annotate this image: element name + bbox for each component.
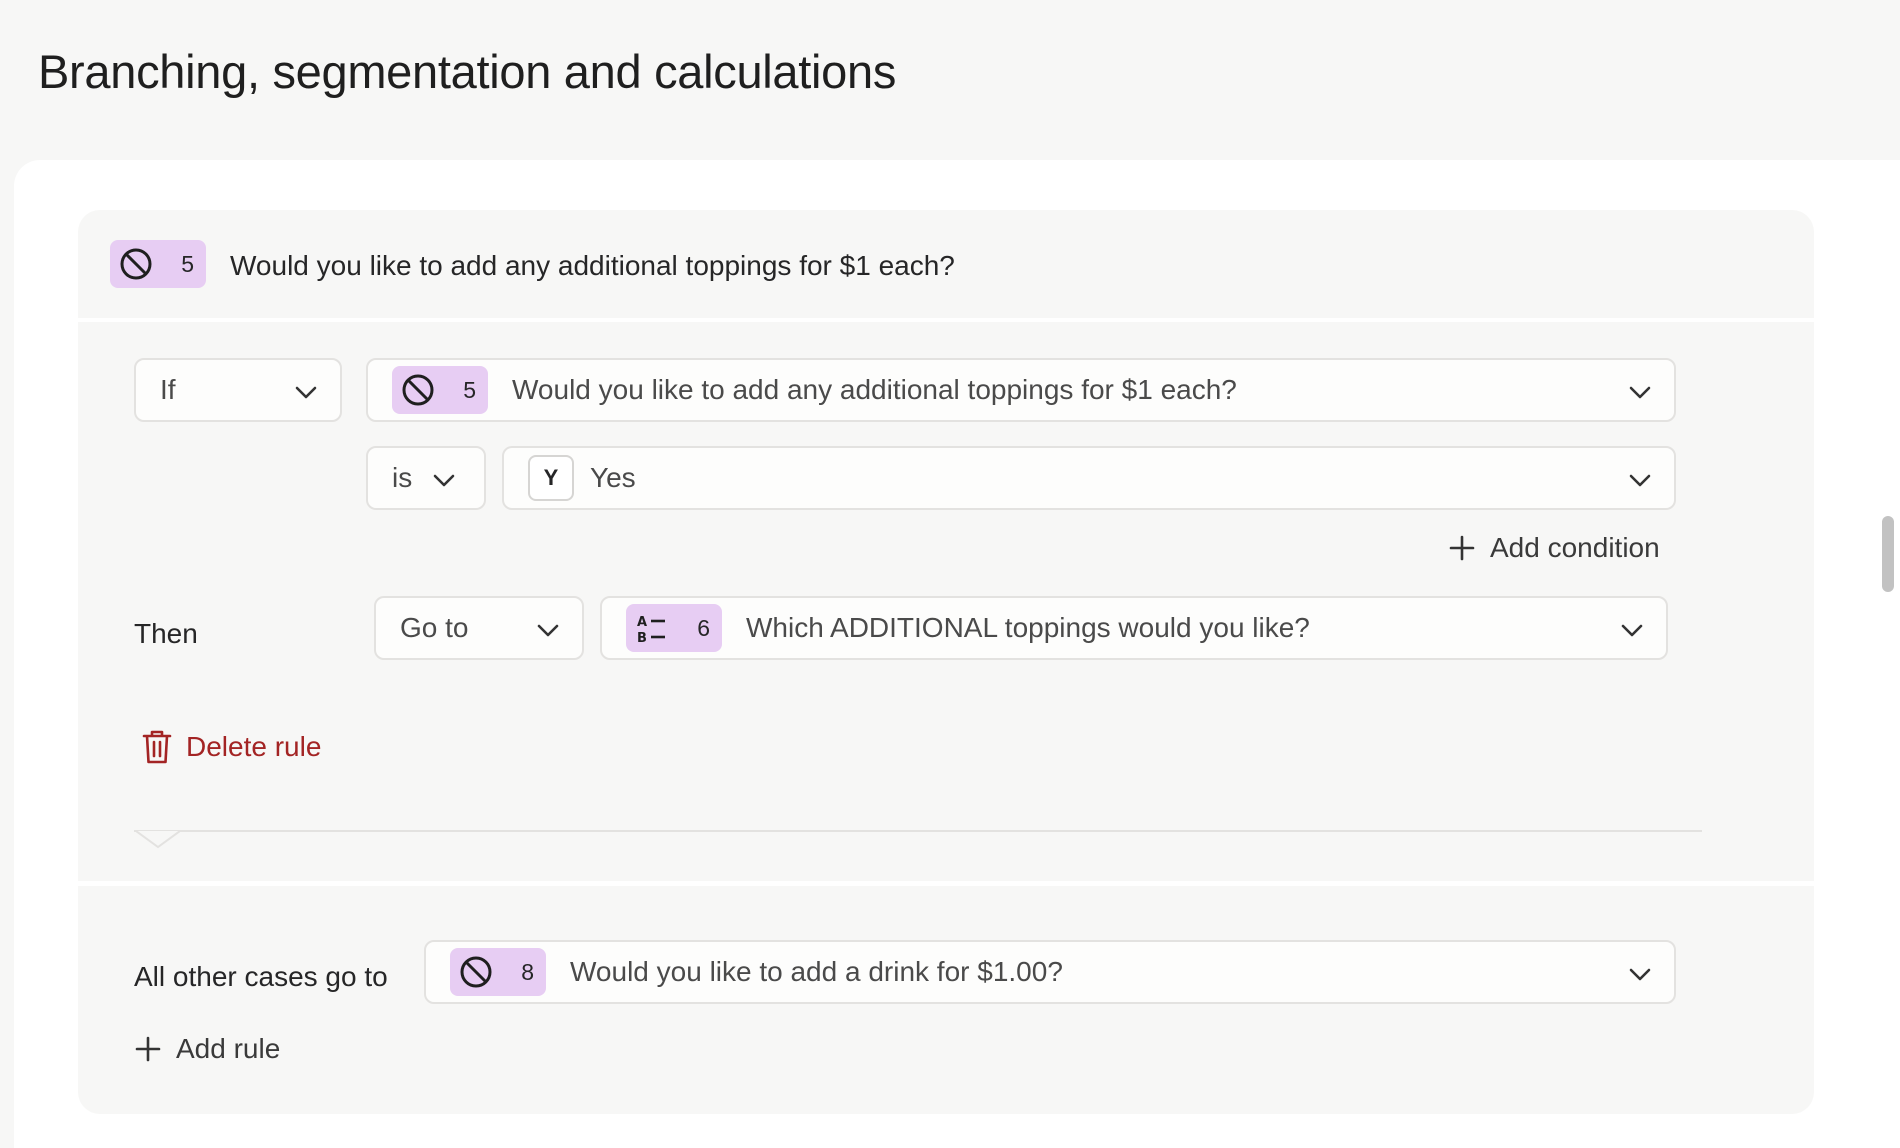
condition-question-badge: 5 bbox=[392, 366, 488, 414]
plus-icon bbox=[135, 1036, 161, 1062]
comparator-value: is bbox=[392, 462, 413, 493]
delete-rule-label: Delete rule bbox=[186, 731, 322, 762]
target-question-badge: A B 6 bbox=[626, 604, 722, 652]
chevron-down-icon bbox=[433, 474, 455, 487]
trash-icon bbox=[142, 730, 172, 764]
operator-value: If bbox=[160, 374, 176, 405]
chevron-down-icon bbox=[1629, 386, 1651, 399]
plus-icon bbox=[1449, 535, 1475, 561]
section-divider bbox=[134, 830, 1702, 832]
action-select[interactable]: Go to bbox=[374, 596, 584, 660]
chevron-down-icon bbox=[1621, 624, 1643, 637]
add-condition-button[interactable]: Add condition bbox=[1448, 532, 1660, 564]
svg-text:B: B bbox=[637, 631, 647, 645]
then-label: Then bbox=[134, 618, 198, 649]
question-badge: 5 bbox=[110, 240, 206, 288]
delete-rule-button[interactable]: Delete rule bbox=[142, 730, 321, 764]
svg-text:A: A bbox=[637, 615, 647, 630]
divider-notch bbox=[136, 831, 180, 849]
choice-key: Y bbox=[528, 455, 574, 501]
fallback-question-number: 8 bbox=[521, 958, 534, 985]
fallback-question-select[interactable]: 8 Would you like to add a drink for $1.0… bbox=[424, 940, 1676, 1004]
target-question-text: Which ADDITIONAL toppings would you like… bbox=[746, 612, 1310, 643]
target-question-number: 6 bbox=[697, 614, 710, 641]
fallback-block: All other cases go to 8 Would you like t… bbox=[78, 891, 1814, 1114]
no-entry-icon bbox=[118, 246, 154, 282]
question-title: Would you like to add any additional top… bbox=[230, 250, 955, 281]
comparator-select[interactable]: is bbox=[366, 446, 486, 510]
operator-select[interactable]: If bbox=[134, 358, 342, 422]
action-value: Go to bbox=[400, 612, 469, 643]
condition-question-text: Would you like to add any additional top… bbox=[512, 374, 1237, 405]
add-condition-label: Add condition bbox=[1490, 532, 1660, 563]
target-question-select[interactable]: A B 6 Which ADDITIONAL toppings would yo… bbox=[600, 596, 1668, 660]
scrollbar-thumb[interactable] bbox=[1882, 516, 1894, 592]
rule-block: If 5 Would you like to add any additiona… bbox=[78, 326, 1814, 886]
condition-question-select[interactable]: 5 Would you like to add any additional t… bbox=[366, 358, 1676, 422]
add-rule-button[interactable]: Add rule bbox=[134, 1033, 280, 1065]
question-number: 5 bbox=[181, 250, 194, 277]
no-entry-icon bbox=[458, 954, 494, 990]
multiple-choice-icon: A B bbox=[634, 610, 670, 646]
chevron-down-icon bbox=[1629, 968, 1651, 981]
chevron-down-icon bbox=[537, 624, 559, 637]
choice-label: Yes bbox=[590, 462, 636, 493]
fallback-question-badge: 8 bbox=[450, 948, 546, 996]
add-rule-label: Add rule bbox=[176, 1033, 281, 1064]
chevron-down-icon bbox=[295, 386, 317, 399]
condition-question-number: 5 bbox=[463, 376, 476, 403]
logic-card: 5 Would you like to add any additional t… bbox=[78, 210, 1814, 1114]
value-select[interactable]: Y Yes bbox=[502, 446, 1676, 510]
chevron-down-icon bbox=[1629, 474, 1651, 487]
fallback-label: All other cases go to bbox=[134, 961, 388, 992]
question-header[interactable]: 5 Would you like to add any additional t… bbox=[78, 210, 1814, 322]
page-title: Branching, segmentation and calculations bbox=[38, 45, 897, 98]
no-entry-icon bbox=[400, 372, 436, 408]
fallback-question-text: Would you like to add a drink for $1.00? bbox=[570, 956, 1063, 987]
